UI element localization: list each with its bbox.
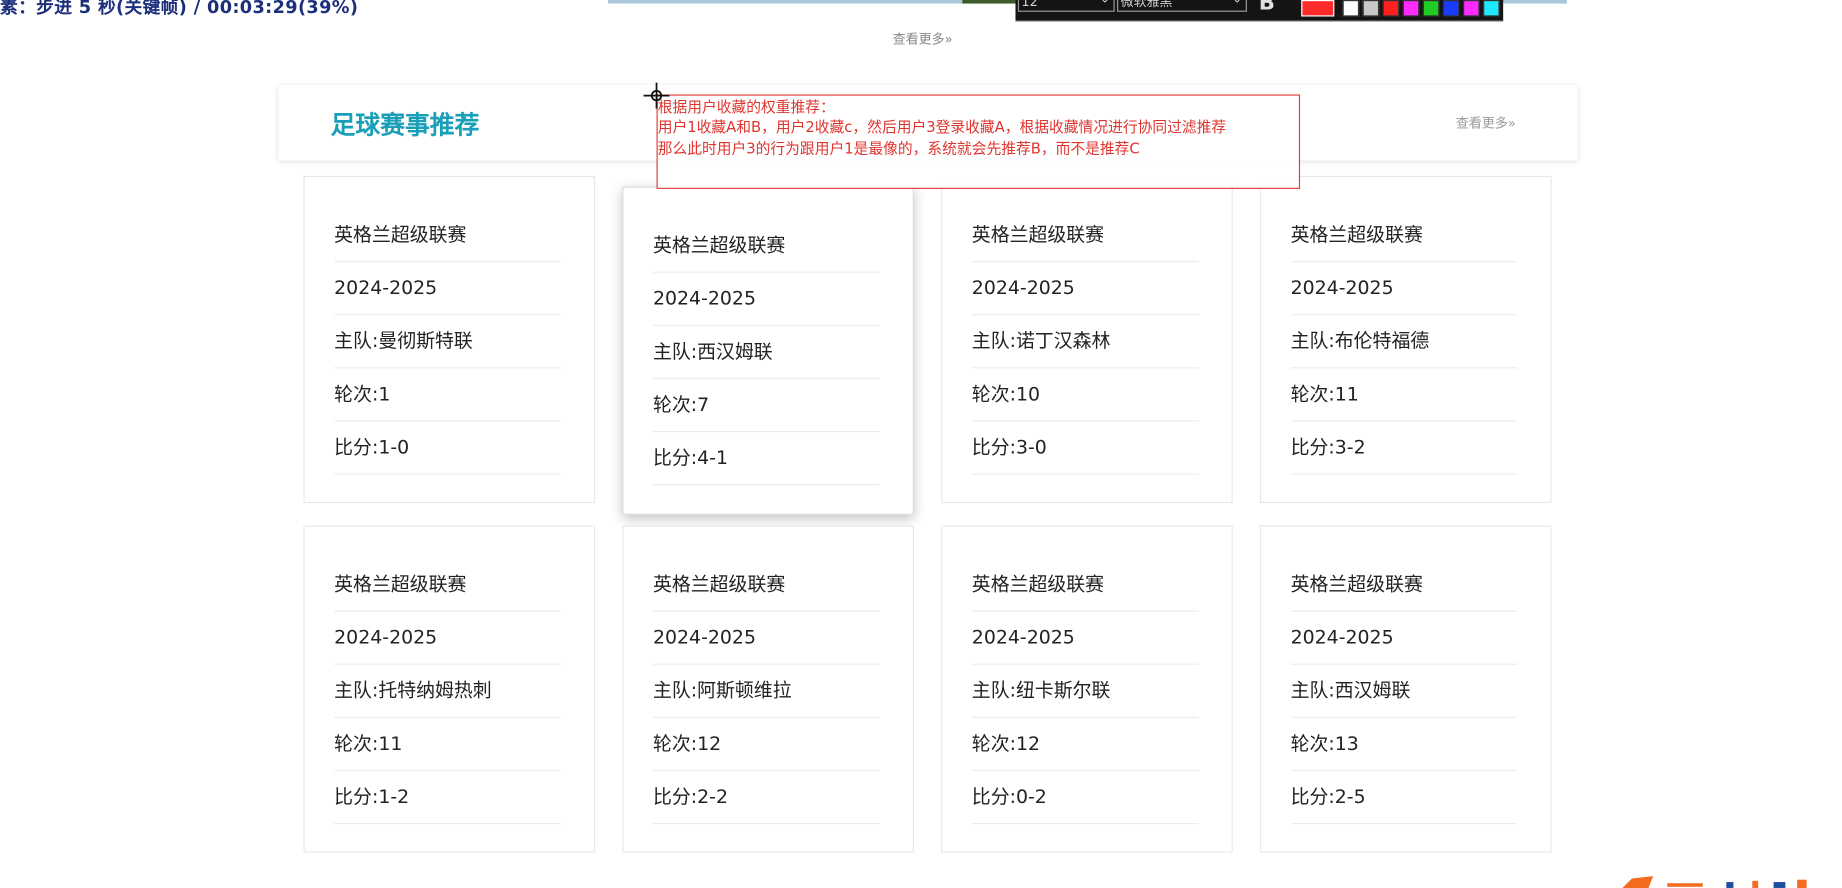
font-size-value: 12 [1021,0,1038,10]
card-home-team: 主队:阿斯顿维拉 [652,664,880,718]
card-home-team: 主队:诺丁汉森林 [971,314,1199,369]
card-round: 轮次:11 [334,717,561,772]
color-swatch[interactable] [1463,0,1480,17]
card-season: 2024-2025 [334,261,561,316]
card-league: 英格兰超级联赛 [652,218,880,273]
card-season: 2024-2025 [652,610,880,665]
card-home-team: 主队:西汉姆联 [1290,664,1518,718]
card-league: 英格兰超级联赛 [971,557,1199,612]
match-card[interactable]: 英格兰超级联赛 2024-2025 主队:布伦特福德 轮次:11 比分:3-2 [1259,175,1552,504]
card-home-team: 主队:西汉姆联 [652,325,880,380]
card-score: 比分:1-2 [334,770,561,825]
chevron-down-icon: ⌄ [1100,0,1110,8]
color-swatch[interactable] [1402,0,1420,17]
card-season: 2024-2025 [334,610,561,665]
bold-button[interactable]: B [1259,0,1275,15]
card-score: 比分:2-5 [1290,770,1518,825]
color-swatch[interactable] [1422,0,1440,17]
see-more-link-top[interactable]: 查看更多» [893,30,953,49]
match-card[interactable]: 英格兰超级联赛 2024-2025 主队:西汉姆联 轮次:7 比分:4-1 [622,186,914,515]
current-color-swatch[interactable] [1301,0,1335,17]
annotation-toolbar: 12 ⌄ 微软雅黑 ⌄ B [1015,0,1504,22]
see-more-link[interactable]: 查看更多» [1456,113,1516,132]
annotation-line: 用户1收藏A和B，用户2收藏c，然后用户3登录收藏A，根据收藏情况进行协同过滤推… [657,118,1227,136]
section-title: 足球赛事推荐 [330,110,480,140]
match-card[interactable]: 英格兰超级联赛 2024-2025 主队:托特纳姆热刺 轮次:11 比分:1-2 [303,525,596,853]
card-round: 轮次:7 [652,378,880,433]
annotation-line: 那么此时用户3的行为跟用户1是最像的，系统就会先推荐B，而不是推荐C [657,139,1140,158]
card-home-team: 主队:托特纳姆热刺 [334,664,561,718]
annotation-note[interactable]: 根据用户收藏的权重推荐： 用户1收藏A和B，用户2收藏c，然后用户3登录收藏A，… [656,94,1301,189]
color-swatch[interactable] [1342,0,1360,17]
recorder-status-text: 素：步进 5 秒(关键帧) / 00:03:29(39%) [0,0,359,18]
card-home-team: 主队:纽卡斯尔联 [971,664,1199,718]
color-swatch[interactable] [1382,0,1400,17]
card-score: 比分:3-0 [971,420,1199,475]
card-home-team: 主队:布伦特福德 [1290,314,1518,369]
color-swatch[interactable] [1442,0,1460,17]
crosshair-cursor-icon [643,82,670,109]
card-league: 英格兰超级联赛 [1290,208,1518,263]
card-league: 英格兰超级联赛 [652,557,880,612]
font-size-select[interactable]: 12 ⌄ [1017,0,1115,12]
match-card[interactable]: 英格兰超级联赛 2024-2025 主队:西汉姆联 轮次:13 比分:2-5 [1259,525,1552,853]
annotation-line: 根据用户收藏的权重推荐： [657,98,835,116]
card-score: 比分:4-1 [652,431,880,486]
card-league: 英格兰超级联赛 [334,208,561,263]
card-league: 英格兰超级联赛 [334,557,561,612]
card-score: 比分:3-2 [1290,420,1518,475]
card-score: 比分:1-0 [334,420,561,475]
card-home-team: 主队:曼彻斯特联 [334,314,561,369]
card-round: 轮次:10 [971,367,1199,422]
card-round: 轮次:11 [1290,367,1518,422]
match-card[interactable]: 英格兰超级联赛 2024-2025 主队:诺丁汉森林 轮次:10 比分:3-0 [941,175,1233,504]
match-card[interactable]: 英格兰超级联赛 2024-2025 主队:阿斯顿维拉 轮次:12 比分:2-2 [622,525,914,853]
card-season: 2024-2025 [971,261,1199,316]
card-season: 2024-2025 [652,272,880,326]
card-round: 轮次:13 [1290,717,1518,772]
page: 素：步进 5 秒(关键帧) / 00:03:29(39%) 查看更多» 12 ⌄… [0,0,1842,888]
card-round: 轮次:12 [652,717,880,772]
card-season: 2024-2025 [1290,261,1518,316]
card-score: 比分:0-2 [971,770,1199,825]
card-league: 英格兰超级联赛 [971,208,1199,263]
card-round: 轮次:12 [971,717,1199,772]
match-card[interactable]: 英格兰超级联赛 2024-2025 主队:纽卡斯尔联 轮次:12 比分:0-2 [941,525,1233,853]
card-season: 2024-2025 [971,610,1199,665]
card-league: 英格兰超级联赛 [1290,557,1518,612]
card-round: 轮次:1 [334,367,561,422]
chevron-down-icon: ⌄ [1232,0,1242,8]
color-swatch[interactable] [1362,0,1380,17]
font-family-select[interactable]: 微软雅黑 ⌄ [1117,0,1247,12]
card-score: 比分:2-2 [652,770,880,825]
font-family-value: 微软雅黑 [1120,0,1173,10]
color-swatch[interactable] [1483,0,1500,17]
match-card[interactable]: 英格兰超级联赛 2024-2025 主队:曼彻斯特联 轮次:1 比分:1-0 [303,175,596,504]
card-season: 2024-2025 [1290,610,1518,665]
